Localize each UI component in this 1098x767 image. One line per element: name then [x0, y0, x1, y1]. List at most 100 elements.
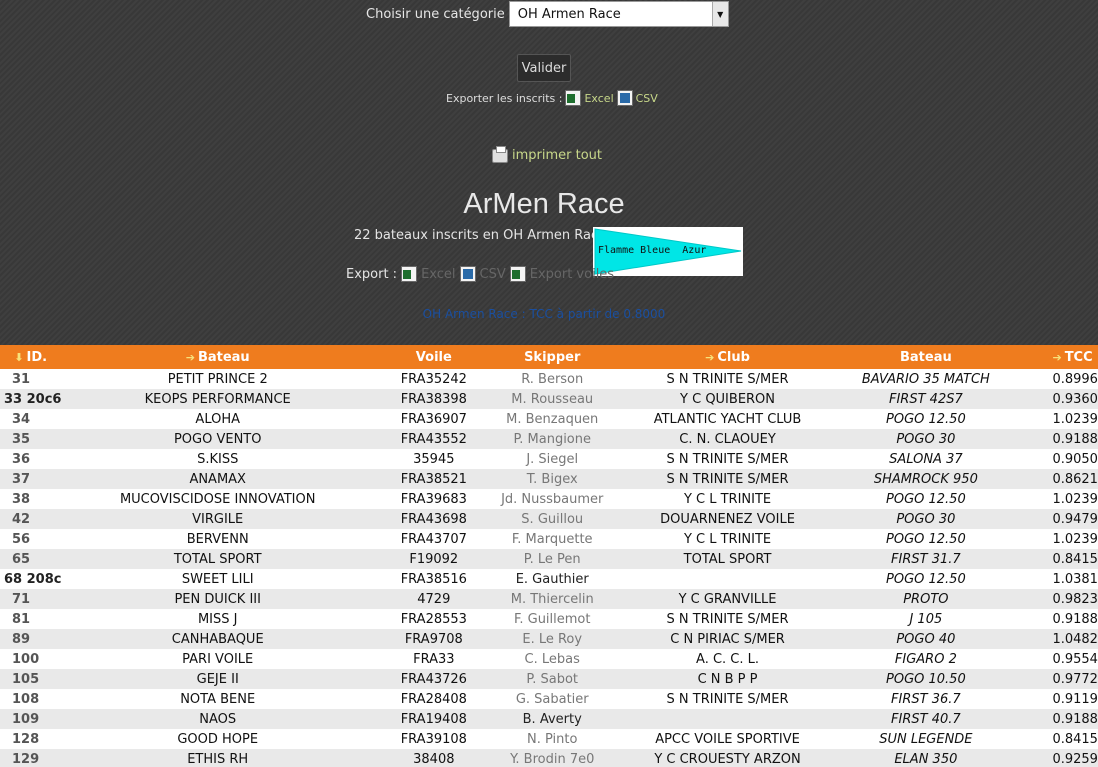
table-row[interactable]: 31 PETIT PRINCE 2 FRA35242 R. Berson S N TRI…	[0, 369, 1098, 389]
sort-arrow-icon[interactable]: ➔	[705, 351, 714, 364]
cell-club: Y C GRANVILLE	[678, 591, 777, 607]
table-row[interactable]: 56 BERVENN FRA43707 F. Marquette Y C L TRINI…	[0, 529, 1098, 549]
race-export-voiles-link[interactable]: Export voiles	[530, 267, 614, 282]
chevron-down-icon[interactable]: ▼	[711, 2, 728, 26]
cell-id: 65	[12, 551, 31, 567]
cell-tcc: 0.9823	[1052, 591, 1098, 607]
col-header-id[interactable]: ⬇ ID.	[0, 345, 61, 369]
cell-tcc: 1.0239	[1052, 531, 1098, 547]
cell-bateau: TOTAL SPORT	[173, 551, 262, 567]
col-header-type[interactable]: Bateau	[844, 345, 1007, 369]
table-row[interactable]: 81 MISS J FRA28553 F. Guillemot S N TRINITE …	[0, 609, 1098, 629]
tcc-note-link[interactable]: OH Armen Race : TCC à partir de 0.8000	[0, 307, 1088, 321]
table-row[interactable]: 108 NOTA BENE FRA28408 G. Sabatier S N TRINI…	[0, 689, 1098, 709]
cell-club: S N TRINITE S/MER	[666, 691, 789, 707]
table-row[interactable]: 100 PARI VOILE FRA33 C. Lebas A. C. C. L. FIG…	[0, 649, 1098, 669]
excel-icon[interactable]	[565, 90, 582, 106]
cell-tcc: 0.8996	[1052, 371, 1098, 387]
valider-button[interactable]: Valider	[517, 54, 571, 82]
cell-skipper: P. Mangione	[513, 431, 591, 447]
excel-icon[interactable]	[401, 266, 418, 282]
cell-tcc: 1.0239	[1052, 491, 1098, 507]
col-header-tcc[interactable]: ➔ TCC	[1007, 345, 1098, 369]
sort-down-icon[interactable]: ⬇	[14, 351, 23, 364]
col-header-voile[interactable]: Voile	[374, 345, 494, 369]
cell-tcc: 0.8415	[1052, 731, 1098, 747]
table-row[interactable]: 65 TOTAL SPORT F19092 P. Le Pen TOTAL SPORT F…	[0, 549, 1098, 569]
export-csv-link[interactable]: CSV	[636, 92, 658, 105]
sort-arrow-icon[interactable]: ➔	[186, 351, 195, 364]
cell-bateau: POGO VENTO	[173, 431, 262, 447]
race-subtitle: 22 bateaux inscrits en OH Armen Race	[354, 228, 607, 243]
cell-club: S N TRINITE S/MER	[666, 451, 789, 467]
cell-voile: FRA43698	[400, 511, 467, 527]
page-title: ArMen Race	[463, 188, 625, 220]
cell-club: Y C QUIBERON	[680, 391, 776, 407]
cell-voile: FRA38398	[400, 391, 467, 407]
printer-icon[interactable]	[492, 145, 508, 163]
cell-voile: FRA39683	[400, 491, 467, 507]
col-header-club[interactable]: ➔ Club	[611, 345, 844, 369]
cell-type: POGO 10.50	[886, 671, 966, 687]
cell-skipper: P. Sabot	[526, 671, 579, 687]
cell-voile: FRA39108	[400, 731, 467, 747]
cell-bateau: ETHIS RH	[187, 751, 249, 767]
table-row[interactable]: 71 PEN DUICK III 4729 M. Thiercelin Y C GRAN…	[0, 589, 1098, 609]
cell-voile: 4729	[417, 591, 451, 607]
table-row[interactable]: 105 GEJE II FRA43726 P. Sabot C N B P P POGO …	[0, 669, 1098, 689]
flag-image: Flamme Bleue Azur	[593, 227, 743, 276]
cell-type: POGO 30	[896, 431, 956, 447]
csv-icon[interactable]	[459, 266, 476, 282]
cell-skipper: E. Gauthier	[515, 571, 589, 587]
category-select[interactable]: OH Armen Race ▼	[508, 1, 729, 27]
cell-bateau: NAOS	[199, 711, 237, 727]
cell-skipper: R. Berson	[521, 371, 584, 387]
cell-club: S N TRINITE S/MER	[666, 371, 789, 387]
cell-type: POGO 40	[896, 631, 956, 647]
cell-type: FIRST 31.7	[891, 551, 961, 567]
table-row[interactable]: 68 208c SWEET LILI FRA38516 E. Gauthier POGO…	[0, 569, 1098, 589]
cell-id: 109	[12, 711, 40, 727]
cell-bateau: NOTA BENE	[180, 691, 256, 707]
cell-bateau: PETIT PRINCE 2	[167, 371, 268, 387]
table-row[interactable]: 38 MUCOVISCIDOSE INNOVATION FRA39683 Jd. Nu…	[0, 489, 1098, 509]
cell-id: 34	[12, 411, 31, 427]
export-excel-link[interactable]: Excel	[584, 92, 613, 105]
table-row[interactable]: 33 20c6 KEOPS PERFORMANCE FRA38398 M. Rouss…	[0, 389, 1098, 409]
col-header-bateau[interactable]: ➔ Bateau	[61, 345, 373, 369]
table-row[interactable]: 129 ETHIS RH 38408 Y. Brodin 7e0 Y C CROUEST…	[0, 749, 1098, 767]
cell-id: 38	[12, 491, 31, 507]
table-row[interactable]: 35 POGO VENTO FRA43552 P. Mangione C. N. CLA…	[0, 429, 1098, 449]
print-all-link[interactable]: imprimer tout	[512, 148, 602, 163]
cell-skipper: J. Siegel	[526, 451, 579, 467]
cell-voile: FRA38521	[400, 471, 467, 487]
category-label: Choisir une catégorie	[366, 6, 505, 22]
csv-icon[interactable]	[616, 90, 633, 106]
table-row[interactable]: 89 CANHABAQUE FRA9708 E. Le Roy C N PIRIAC S…	[0, 629, 1098, 649]
cell-club: C. N. CLAOUEY	[679, 431, 776, 447]
cell-club	[611, 569, 844, 589]
export-inscrits: Exporter les inscrits : Excel CSV	[446, 90, 658, 106]
sort-arrow-icon[interactable]: ➔	[1052, 351, 1061, 364]
race-export-csv-link[interactable]: CSV	[480, 267, 506, 282]
cell-type: POGO 12.50	[886, 531, 966, 547]
cell-skipper: S. Guillou	[521, 511, 584, 527]
print-all[interactable]: imprimer tout	[492, 145, 602, 163]
table-row[interactable]: 109 NAOS FRA19408 B. Averty FIRST 40.7 0.9188	[0, 709, 1098, 729]
excel-icon[interactable]	[509, 266, 526, 282]
table-row[interactable]: 34 ALOHA FRA36907 M. Benzaquen ATLANTIC YACH…	[0, 409, 1098, 429]
table-row[interactable]: 42 VIRGILE FRA43698 S. Guillou DOUARNENEZ VO…	[0, 509, 1098, 529]
cell-voile: 35945	[413, 451, 455, 467]
table-row[interactable]: 37 ANAMAX FRA38521 T. Bigex S N TRINITE S/ME…	[0, 469, 1098, 489]
cell-id: 35	[12, 431, 31, 447]
table-row[interactable]: 128 GOOD HOPE FRA39108 N. Pinto APCC VOILE S…	[0, 729, 1098, 749]
cell-id: 81	[12, 611, 31, 627]
cell-voile: FRA43726	[400, 671, 467, 687]
cell-skipper: B. Averty	[522, 711, 582, 727]
cell-type: FIGARO 2	[894, 651, 957, 667]
category-filter: Choisir une catégorie OH Armen Race ▼	[366, 0, 729, 28]
cell-type: ELAN 350	[894, 751, 958, 767]
race-export-excel-link[interactable]: Excel	[421, 267, 455, 282]
col-header-skipper[interactable]: Skipper	[494, 345, 611, 369]
table-row[interactable]: 36 S.KISS 35945 J. Siegel S N TRINITE S/MER S…	[0, 449, 1098, 469]
